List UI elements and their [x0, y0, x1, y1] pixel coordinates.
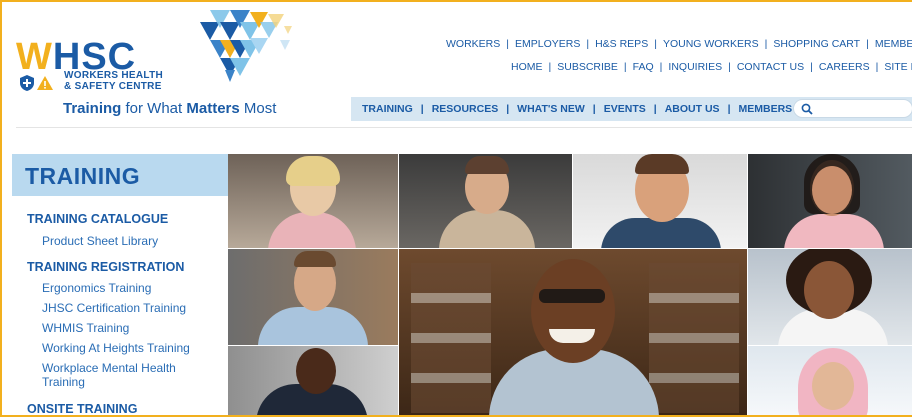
search-input[interactable] — [793, 99, 912, 118]
nav-members-login[interactable]: MEMBERS LOGIN — [875, 38, 912, 50]
top-nav-audience: WORKERS | EMPLOYERS | H&S REPS | YOUNG W… — [446, 38, 912, 50]
main-nav-members[interactable]: MEMBERS — [739, 103, 793, 115]
nav-young-workers[interactable]: YOUNG WORKERS — [663, 38, 759, 50]
warning-icon — [37, 76, 53, 90]
sidebar-item-product-sheet-library[interactable]: Product Sheet Library — [42, 234, 158, 248]
nav-faq[interactable]: FAQ — [633, 61, 654, 73]
main-nav-whats-new[interactable]: WHAT'S NEW — [517, 103, 585, 115]
top-nav-utility: HOME | SUBSCRIBE | FAQ | INQUIRIES | CON… — [511, 61, 912, 73]
participant-tile-9 — [748, 346, 912, 415]
search-icon[interactable] — [801, 103, 813, 115]
participant-tile-3 — [573, 154, 747, 248]
nav-inquiries[interactable]: INQUIRIES — [668, 61, 722, 73]
logo-subtitle: WORKERS HEALTH & SAFETY CENTRE — [64, 70, 164, 92]
main-nav-resources[interactable]: RESOURCES — [432, 103, 499, 115]
main-nav-bar: TRAINING | RESOURCES | WHAT'S NEW | EVEN… — [351, 97, 912, 121]
participant-tile-5 — [228, 249, 398, 345]
sidebar-title: TRAINING — [25, 163, 141, 189]
sidebar-item-ergonomics-training[interactable]: Ergonomics Training — [42, 281, 151, 295]
sidebar-section-onsite-training[interactable]: ONSITE TRAINING — [27, 402, 137, 415]
page-frame: WHSC WORKERS HEALTH & SAFETY CENTRE Trai… — [0, 0, 912, 417]
nav-careers[interactable]: CAREERS — [819, 61, 870, 73]
main-nav-about-us[interactable]: ABOUT US — [665, 103, 720, 115]
participant-tile-7 — [748, 249, 912, 345]
main-nav-events[interactable]: EVENTS — [604, 103, 646, 115]
participant-tile-2 — [399, 154, 572, 248]
participant-tile-8 — [228, 346, 398, 415]
training-sidebar: TRAINING TRAINING CATALOGUE Product Shee… — [12, 154, 228, 415]
nav-hs-reps[interactable]: H&S REPS — [595, 38, 648, 50]
nav-workers[interactable]: WORKERS — [446, 38, 500, 50]
sidebar-item-working-at-heights-training[interactable]: Working At Heights Training — [42, 341, 190, 355]
nav-shopping-cart[interactable]: SHOPPING CART — [773, 38, 860, 50]
sidebar-section-training-catalogue[interactable]: TRAINING CATALOGUE — [27, 212, 168, 226]
tagline: Training for What Matters Most — [63, 100, 277, 117]
video-call-collage-image — [228, 154, 912, 415]
nav-subscribe[interactable]: SUBSCRIBE — [557, 61, 618, 73]
logo-triangles-graphic — [200, 10, 292, 82]
participant-tile-4 — [748, 154, 912, 248]
participant-tile-1 — [228, 154, 398, 248]
nav-site-map[interactable]: SITE MA — [884, 61, 912, 73]
nav-home[interactable]: HOME — [511, 61, 543, 73]
header-divider — [16, 127, 912, 128]
sidebar-section-training-registration[interactable]: TRAINING REGISTRATION — [27, 260, 184, 274]
participant-tile-6-main — [399, 249, 747, 415]
nav-employers[interactable]: EMPLOYERS — [515, 38, 580, 50]
main-nav-training[interactable]: TRAINING — [362, 103, 413, 115]
nav-contact-us[interactable]: CONTACT US — [737, 61, 804, 73]
shield-plus-icon — [20, 75, 34, 91]
sidebar-item-whmis-training[interactable]: WHMIS Training — [42, 321, 129, 335]
sidebar-item-workplace-mental-health-training[interactable]: Workplace Mental Health Training — [42, 361, 212, 389]
sidebar-item-jhsc-certification-training[interactable]: JHSC Certification Training — [42, 301, 186, 315]
sidebar-header: TRAINING — [12, 154, 228, 196]
